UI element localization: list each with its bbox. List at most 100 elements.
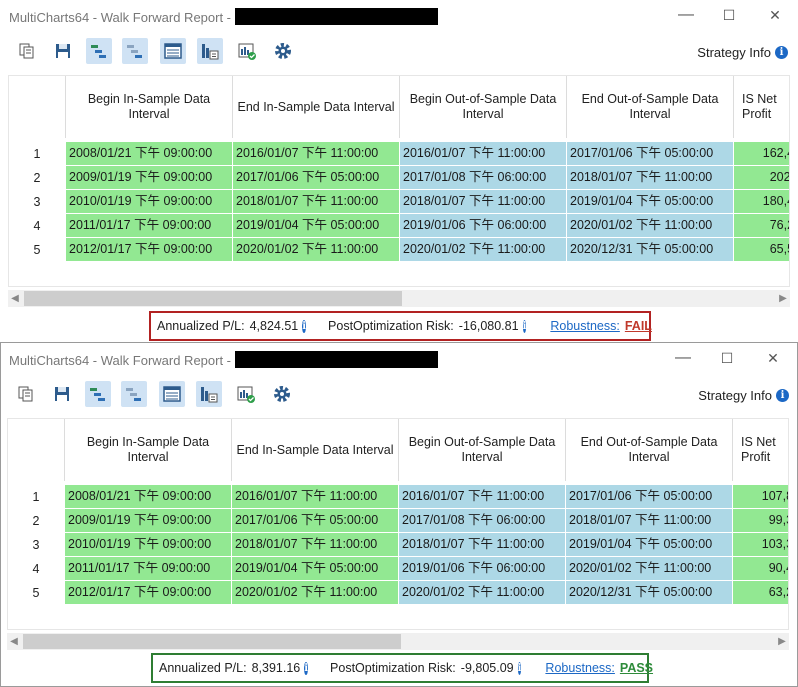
column-header[interactable]: End In-Sample Data Interval bbox=[232, 419, 399, 481]
gear-icon[interactable] bbox=[269, 381, 295, 407]
calendar-chart-icon[interactable] bbox=[197, 38, 223, 64]
robustness-link[interactable]: Robustness: FAIL bbox=[550, 319, 652, 333]
table-cell[interactable]: 2016/01/07 下午 11:00:00 bbox=[400, 142, 567, 165]
column-header[interactable]: Begin In-Sample Data Interval bbox=[66, 76, 233, 138]
info-icon[interactable]: i bbox=[302, 319, 307, 333]
chart-check-icon[interactable] bbox=[234, 38, 260, 64]
table-cell[interactable]: 2008/01/21 下午 09:00:00 bbox=[65, 485, 232, 508]
table-cell[interactable]: 65,56 bbox=[734, 238, 789, 261]
copy-icon[interactable] bbox=[13, 381, 39, 407]
table-icon[interactable] bbox=[159, 381, 185, 407]
info-icon[interactable]: i bbox=[517, 661, 522, 675]
table-cell[interactable]: 2016/01/07 下午 11:00:00 bbox=[399, 485, 566, 508]
horizontal-scrollbar[interactable]: ◀ ▶ bbox=[8, 290, 790, 307]
strategy-info-link[interactable]: Strategy Info i bbox=[697, 45, 788, 60]
table-cell[interactable]: 202,0 bbox=[734, 166, 789, 189]
column-header[interactable]: End Out-of-Sample Data Interval bbox=[567, 76, 734, 138]
table-cell[interactable]: 2017/01/08 下午 06:00:00 bbox=[400, 166, 567, 189]
gantt-icon[interactable] bbox=[86, 38, 112, 64]
scrollbar-thumb[interactable] bbox=[24, 291, 402, 306]
table-cell[interactable]: 103,35 bbox=[733, 533, 788, 556]
table-cell[interactable]: 2019/01/06 下午 06:00:00 bbox=[399, 557, 566, 580]
table-cell[interactable]: 2010/01/19 下午 09:00:00 bbox=[66, 190, 233, 213]
table-cell[interactable]: 2009/01/19 下午 09:00:00 bbox=[65, 509, 232, 532]
minimize-button[interactable]: — bbox=[668, 346, 698, 370]
table-cell[interactable]: 2017/01/06 下午 05:00:00 bbox=[232, 509, 399, 532]
table-cell[interactable]: 2008/01/21 下午 09:00:00 bbox=[66, 142, 233, 165]
table-cell[interactable]: 2020/01/02 下午 11:00:00 bbox=[232, 581, 399, 604]
table-cell[interactable]: 107,85 bbox=[733, 485, 788, 508]
info-icon[interactable]: i bbox=[776, 389, 789, 402]
table-cell[interactable]: 2020/12/31 下午 05:00:00 bbox=[566, 581, 733, 604]
robustness-link[interactable]: Robustness: PASS bbox=[545, 661, 653, 675]
table-cell[interactable]: 76,29 bbox=[734, 214, 789, 237]
gantt-icon[interactable] bbox=[85, 381, 111, 407]
table-cell[interactable]: 2018/01/07 下午 11:00:00 bbox=[399, 533, 566, 556]
info-icon[interactable]: i bbox=[304, 661, 309, 675]
save-icon[interactable] bbox=[50, 38, 76, 64]
table-cell[interactable]: 2012/01/17 下午 09:00:00 bbox=[65, 581, 232, 604]
scrollbar-thumb[interactable] bbox=[23, 634, 401, 649]
table-cell[interactable]: 63,24 bbox=[733, 581, 788, 604]
gantt-alt-icon[interactable] bbox=[121, 381, 147, 407]
table-cell[interactable]: 2011/01/17 下午 09:00:00 bbox=[65, 557, 232, 580]
horizontal-scrollbar[interactable]: ◀ ▶ bbox=[7, 633, 789, 650]
table-cell[interactable]: 2009/01/19 下午 09:00:00 bbox=[66, 166, 233, 189]
table-cell[interactable]: 2011/01/17 下午 09:00:00 bbox=[66, 214, 233, 237]
column-header[interactable]: Begin In-Sample Data Interval bbox=[65, 419, 232, 481]
table-cell[interactable]: 2019/01/04 下午 05:00:00 bbox=[566, 533, 733, 556]
table-cell[interactable]: 180,48 bbox=[734, 190, 789, 213]
table-cell[interactable]: 2020/01/02 下午 11:00:00 bbox=[567, 214, 734, 237]
table-icon[interactable] bbox=[160, 38, 186, 64]
close-button[interactable]: ✕ bbox=[760, 3, 790, 27]
table-cell[interactable]: 2017/01/06 下午 05:00:00 bbox=[566, 485, 733, 508]
gantt-alt-icon[interactable] bbox=[122, 38, 148, 64]
table-cell[interactable]: 2018/01/07 下午 11:00:00 bbox=[566, 509, 733, 532]
table-cell[interactable]: 2016/01/07 下午 11:00:00 bbox=[233, 142, 400, 165]
column-header[interactable]: Begin Out-of-Sample Data Interval bbox=[400, 76, 567, 138]
column-header[interactable]: Begin Out-of-Sample Data Interval bbox=[399, 419, 566, 481]
scroll-left-icon[interactable]: ◀ bbox=[7, 634, 21, 649]
save-icon[interactable] bbox=[49, 381, 75, 407]
table-cell[interactable]: 2012/01/17 下午 09:00:00 bbox=[66, 238, 233, 261]
column-header[interactable]: End Out-of-Sample Data Interval bbox=[566, 419, 733, 481]
copy-icon[interactable] bbox=[14, 38, 40, 64]
info-icon[interactable]: i bbox=[775, 46, 788, 59]
table-cell[interactable]: 2018/01/07 下午 11:00:00 bbox=[232, 533, 399, 556]
info-icon[interactable]: i bbox=[522, 319, 527, 333]
table-cell[interactable]: 2017/01/06 下午 05:00:00 bbox=[233, 166, 400, 189]
scroll-right-icon[interactable]: ▶ bbox=[775, 634, 789, 649]
table-cell[interactable]: 90,47 bbox=[733, 557, 788, 580]
table-cell[interactable]: 2016/01/07 下午 11:00:00 bbox=[232, 485, 399, 508]
close-button[interactable]: ✕ bbox=[758, 346, 788, 370]
scroll-left-icon[interactable]: ◀ bbox=[8, 291, 22, 306]
table-cell[interactable]: 2010/01/19 下午 09:00:00 bbox=[65, 533, 232, 556]
table-cell[interactable]: 2019/01/04 下午 05:00:00 bbox=[232, 557, 399, 580]
table-cell[interactable]: 2020/01/02 下午 11:00:00 bbox=[566, 557, 733, 580]
table-cell[interactable]: 162,49 bbox=[734, 142, 789, 165]
table-cell[interactable]: 2018/01/07 下午 11:00:00 bbox=[567, 166, 734, 189]
table-cell[interactable]: 2019/01/04 下午 05:00:00 bbox=[233, 214, 400, 237]
table-cell[interactable]: 2020/12/31 下午 05:00:00 bbox=[567, 238, 734, 261]
table-cell[interactable]: 99,33 bbox=[733, 509, 788, 532]
table-cell[interactable]: 2018/01/07 下午 11:00:00 bbox=[400, 190, 567, 213]
column-header[interactable]: End In-Sample Data Interval bbox=[233, 76, 400, 138]
calendar-chart-icon[interactable] bbox=[196, 381, 222, 407]
chart-check-icon[interactable] bbox=[233, 381, 259, 407]
column-header[interactable]: IS Net Profit bbox=[733, 419, 788, 481]
table-cell[interactable]: 2019/01/04 下午 05:00:00 bbox=[567, 190, 734, 213]
table-cell[interactable]: 2020/01/02 下午 11:00:00 bbox=[400, 238, 567, 261]
table-cell[interactable]: 2018/01/07 下午 11:00:00 bbox=[233, 190, 400, 213]
strategy-info-link[interactable]: Strategy Info i bbox=[698, 388, 789, 403]
minimize-button[interactable]: — bbox=[671, 3, 701, 27]
table-cell[interactable]: 2017/01/08 下午 06:00:00 bbox=[399, 509, 566, 532]
maximize-button[interactable]: ☐ bbox=[712, 346, 742, 370]
table-cell[interactable]: 2019/01/06 下午 06:00:00 bbox=[400, 214, 567, 237]
table-cell[interactable]: 2020/01/02 下午 11:00:00 bbox=[233, 238, 400, 261]
scroll-right-icon[interactable]: ▶ bbox=[776, 291, 790, 306]
table-cell[interactable]: 2017/01/06 下午 05:00:00 bbox=[567, 142, 734, 165]
table-cell[interactable]: 2020/01/02 下午 11:00:00 bbox=[399, 581, 566, 604]
maximize-button[interactable]: ☐ bbox=[714, 3, 744, 27]
column-header[interactable]: IS Net Profit bbox=[734, 76, 789, 138]
gear-icon[interactable] bbox=[270, 38, 296, 64]
